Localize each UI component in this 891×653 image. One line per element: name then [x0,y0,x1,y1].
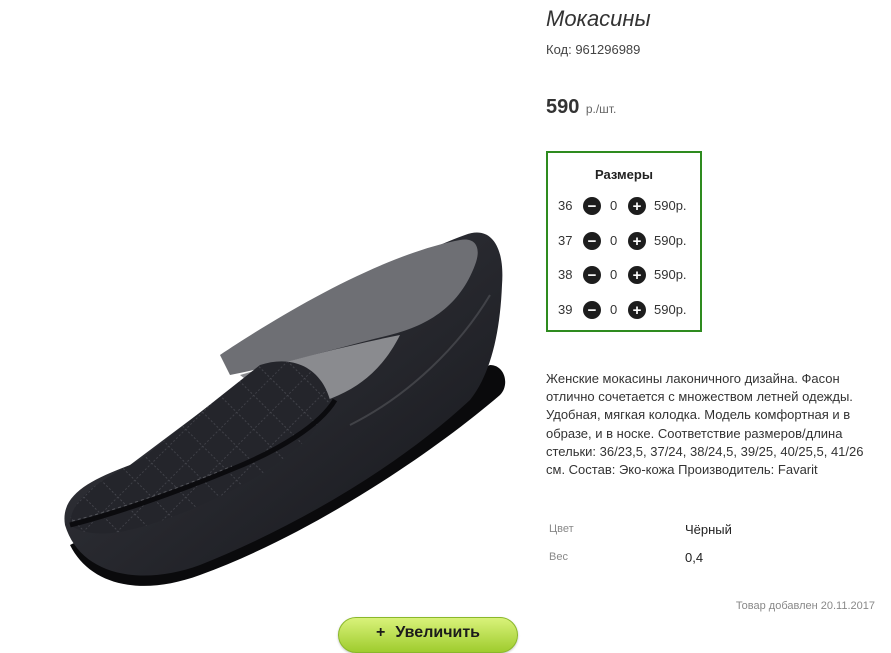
size-price: 590р. [654,302,687,317]
minus-icon: − [587,198,597,215]
added-date: Товар добавлен 20.11.2017 [735,600,875,612]
size-row-36: 36 − 0 + 590р. [548,195,700,217]
zoom-button[interactable]: + Увеличить [338,617,518,653]
plus-icon: + [632,198,642,215]
size-price: 590р. [654,233,687,248]
product-code: Код: 961296989 [546,42,641,57]
size-label: 36 [558,198,573,213]
zoom-button-label: Увеличить [395,624,480,641]
quantity-value: 0 [610,233,618,248]
increment-button[interactable]: + [628,301,646,319]
minus-icon: − [587,267,597,284]
size-label: 38 [558,267,573,282]
attribute-value-weight: 0,4 [685,550,704,565]
plus-icon: + [632,267,642,284]
quantity-value: 0 [610,198,618,213]
product-image-area: + Увеличить [0,0,540,653]
minus-icon: − [587,302,597,319]
product-image[interactable] [50,225,510,595]
product-title: Мокасины [546,6,651,31]
size-price: 590р. [654,267,687,282]
attribute-value-color: Чёрный [685,522,732,537]
price-unit: р./шт. [585,102,617,116]
decrement-button[interactable]: − [583,301,601,319]
size-row-38: 38 − 0 + 590р. [548,264,700,286]
size-row-37: 37 − 0 + 590р. [548,230,700,252]
plus-icon: + [632,302,642,319]
decrement-button[interactable]: − [583,266,601,284]
quantity-value: 0 [610,267,618,282]
price-value: 590 [546,96,580,118]
increment-button[interactable]: + [628,266,646,284]
size-price: 590р. [654,198,687,213]
decrement-button[interactable]: − [583,197,601,215]
sizes-selector: Размеры 36 − 0 + 590р. 37 − 0 + 590р. 38… [546,151,702,332]
product-price: 590 р./шт. [546,96,616,119]
quantity-value: 0 [610,302,618,317]
decrement-button[interactable]: − [583,232,601,250]
attribute-label-color: Цвет [549,523,574,535]
size-label: 39 [558,302,573,317]
plus-icon: + [632,233,642,250]
size-label: 37 [558,233,573,248]
product-description: Женские мокасины лаконичного дизайна. Фа… [546,371,864,478]
increment-button[interactable]: + [628,197,646,215]
increment-button[interactable]: + [628,232,646,250]
size-row-39: 39 − 0 + 590р. [548,299,700,321]
sizes-title: Размеры [595,167,653,182]
plus-icon: + [375,624,386,641]
attribute-label-weight: Вес [549,551,568,563]
minus-icon: − [587,233,597,250]
